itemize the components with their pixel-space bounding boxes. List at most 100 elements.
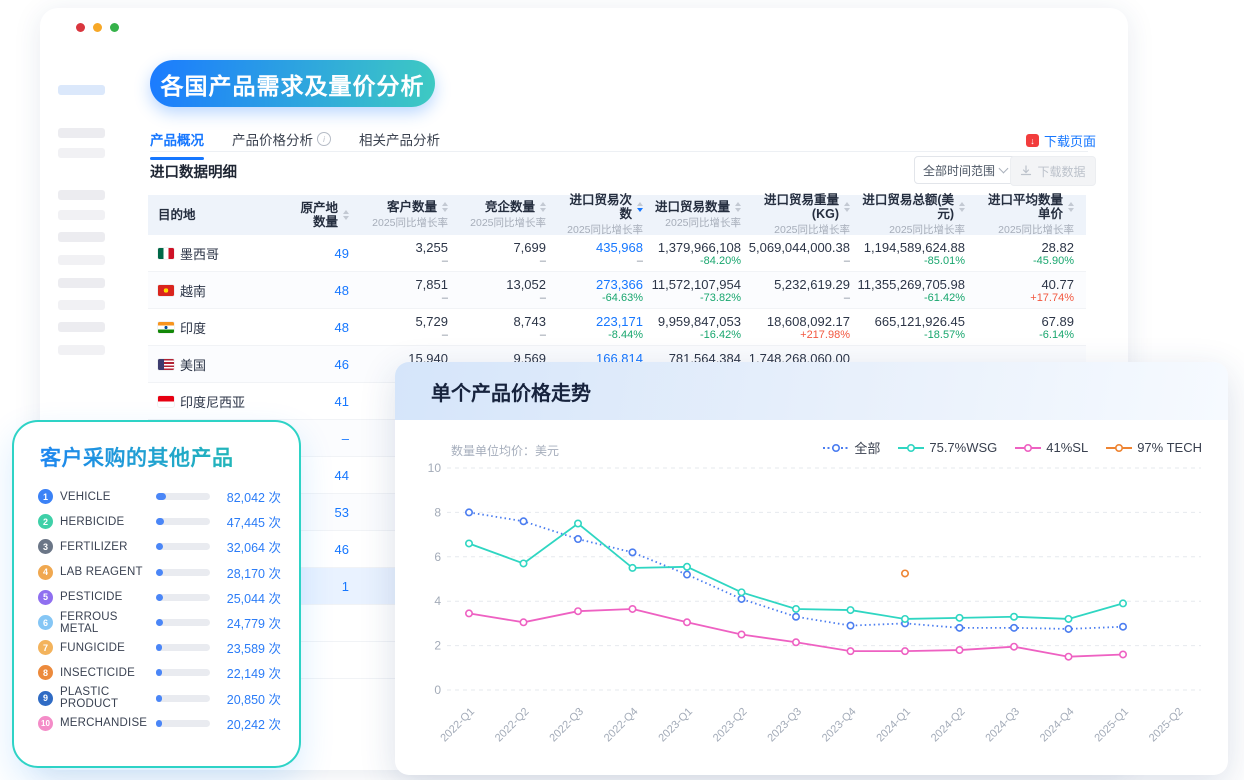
origin-qty-cell[interactable]: 48 (263, 309, 361, 345)
sidebar-skeleton-bar (58, 210, 105, 220)
country-flag-icon (158, 359, 174, 370)
origin-qty-cell[interactable]: 49 (263, 235, 361, 271)
origin-qty-cell[interactable]: 41 (263, 383, 361, 419)
svg-text:2024-Q3: 2024-Q3 (983, 706, 1022, 745)
origin-qty-cell[interactable]: 48 (263, 272, 361, 308)
product-count: 23,589 次 (217, 638, 281, 657)
trade-times-link[interactable]: 435,968 (596, 240, 643, 255)
table-row[interactable]: 越南487,851–13,052–273,366-64.63%11,572,10… (148, 272, 1086, 309)
sidebar-skeleton-bar (58, 255, 105, 265)
column-header[interactable]: 进口贸易数量2025同比增长率 (655, 195, 753, 235)
tab-2[interactable]: 产品价格分析i (232, 129, 331, 160)
sort-down-icon (540, 208, 546, 212)
chart-unit-label: 数量单位均价：美元 (451, 442, 559, 459)
svg-text:6: 6 (434, 550, 441, 564)
origin-qty-value: 44 (335, 468, 349, 483)
table-row[interactable]: 墨西哥493,255–7,699–435,968–1,379,966,108-8… (148, 235, 1086, 272)
table-row[interactable]: 印度485,729–8,743–223,171-8.44%9,959,847,0… (148, 309, 1086, 346)
metric-value: 1,194,589,624.88 (864, 240, 965, 255)
svg-text:2024-Q4: 2024-Q4 (1038, 706, 1077, 745)
sort-up-icon (1068, 202, 1074, 206)
product-list-item[interactable]: 1VEHICLE82,042 次 (38, 484, 281, 509)
sort-up-icon (540, 202, 546, 206)
sort-icon[interactable] (844, 202, 850, 212)
sort-icon[interactable] (442, 202, 448, 212)
chart-legend: 全部 75.7%WSG 41%SL 97% TECH (823, 438, 1202, 457)
country-flag-icon (158, 248, 174, 259)
product-count: 22,149 次 (217, 663, 281, 682)
sidebar-skeleton-bar (58, 300, 105, 310)
product-list-item[interactable]: 9PLASTIC PRODUCT20,850 次 (38, 686, 281, 711)
svg-text:2025-Q1: 2025-Q1 (1092, 706, 1131, 745)
product-list-item[interactable]: 6FERROUS METAL24,779 次 (38, 610, 281, 635)
column-header[interactable]: 客户数量2025同比增长率 (361, 195, 460, 235)
download-data-button[interactable]: 下载数据 (1010, 156, 1096, 186)
product-list-item[interactable]: 10MERCHANDISE20,242 次 (38, 711, 281, 736)
legend-item[interactable]: 97% TECH (1106, 440, 1202, 455)
sort-up-icon (959, 202, 965, 206)
sort-down-icon (844, 208, 850, 212)
price-trend-svg: 02468102022-Q12022-Q22022-Q32022-Q42023-… (411, 458, 1211, 766)
metric-cell: 3,255– (361, 235, 460, 271)
legend-item[interactable]: 41%SL (1015, 440, 1088, 455)
column-title: 客户数量 (387, 200, 448, 214)
legend-item[interactable]: 75.7%WSG (898, 440, 997, 455)
product-bar-fill (156, 518, 164, 525)
svg-text:0: 0 (434, 683, 441, 697)
sort-down-icon (343, 216, 349, 220)
column-header[interactable]: 目的地 (148, 195, 263, 235)
column-title: 原产地 数量 (300, 201, 349, 230)
legend-label: 97% TECH (1137, 440, 1202, 455)
metric-cell: 40.77+17.74% (977, 272, 1086, 308)
tab-3[interactable]: 相关产品分析 (359, 129, 440, 160)
growth-rate: – (540, 329, 546, 341)
time-range-select[interactable]: 全部时间范围 (914, 156, 1016, 184)
column-header[interactable]: 进口贸易总额(美元)2025同比增长率 (862, 195, 977, 235)
destination-cell: 墨西哥 (148, 235, 263, 271)
sort-icon[interactable] (959, 202, 965, 212)
product-count: 82,042 次 (217, 487, 281, 506)
column-title: 进口平均数量单价 (977, 193, 1074, 222)
product-list-item[interactable]: 7FUNGICIDE23,589 次 (38, 635, 281, 660)
price-trend-title: 单个产品价格走势 (395, 362, 1228, 420)
sidebar-skeleton-bar (58, 232, 105, 242)
growth-rate: -45.90% (1033, 255, 1074, 267)
product-list-item[interactable]: 3FERTILIZER32,064 次 (38, 534, 281, 559)
sort-icon[interactable] (735, 202, 741, 212)
minimize-window-icon[interactable] (93, 23, 102, 32)
trade-times-link[interactable]: 273,366 (596, 277, 643, 292)
origin-qty-cell[interactable]: 46 (263, 346, 361, 382)
tab-divider (150, 151, 1088, 152)
legend-item[interactable]: 全部 (823, 438, 880, 457)
sort-icon[interactable] (637, 202, 643, 212)
legend-marker-icon (898, 443, 924, 453)
column-header[interactable]: 进口平均数量单价2025同比增长率 (977, 195, 1086, 235)
download-page-icon: ↓ (1026, 134, 1039, 147)
product-bar-track (156, 720, 210, 727)
other-products-list: 1VEHICLE82,042 次2HERBICIDE47,445 次3FERTI… (14, 484, 299, 736)
page-title: 各国产品需求及量价分析 (150, 60, 435, 107)
download-page-button[interactable]: ↓ 下载页面 (1026, 131, 1096, 150)
legend-marker-icon (1015, 443, 1041, 453)
product-list-item[interactable]: 8INSECTICIDE22,149 次 (38, 660, 281, 685)
sort-icon[interactable] (1068, 202, 1074, 212)
product-list-item[interactable]: 5PESTICIDE25,044 次 (38, 585, 281, 610)
column-header[interactable]: 进口贸易次数2025同比增长率 (558, 195, 655, 235)
trade-times-link[interactable]: 223,171 (596, 314, 643, 329)
product-name: FERTILIZER (60, 541, 149, 553)
tab-1[interactable]: 产品概况 (150, 129, 204, 160)
product-list-item[interactable]: 4LAB REAGENT28,170 次 (38, 560, 281, 585)
column-header[interactable]: 进口贸易重量(KG)2025同比增长率 (753, 195, 862, 235)
column-header[interactable]: 竞企数量2025同比增长率 (460, 195, 558, 235)
country-name: 印度尼西亚 (180, 392, 245, 411)
metric-cell: 273,366-64.63% (558, 272, 655, 308)
maximize-window-icon[interactable] (110, 23, 119, 32)
close-window-icon[interactable] (76, 23, 85, 32)
product-bar-track (156, 644, 210, 651)
destination-cell: 印度 (148, 309, 263, 345)
product-list-item[interactable]: 2HERBICIDE47,445 次 (38, 509, 281, 534)
tab-label: 相关产品分析 (359, 129, 440, 149)
sort-icon[interactable] (343, 210, 349, 220)
sort-icon[interactable] (540, 202, 546, 212)
column-header[interactable]: 原产地 数量 (263, 195, 361, 235)
